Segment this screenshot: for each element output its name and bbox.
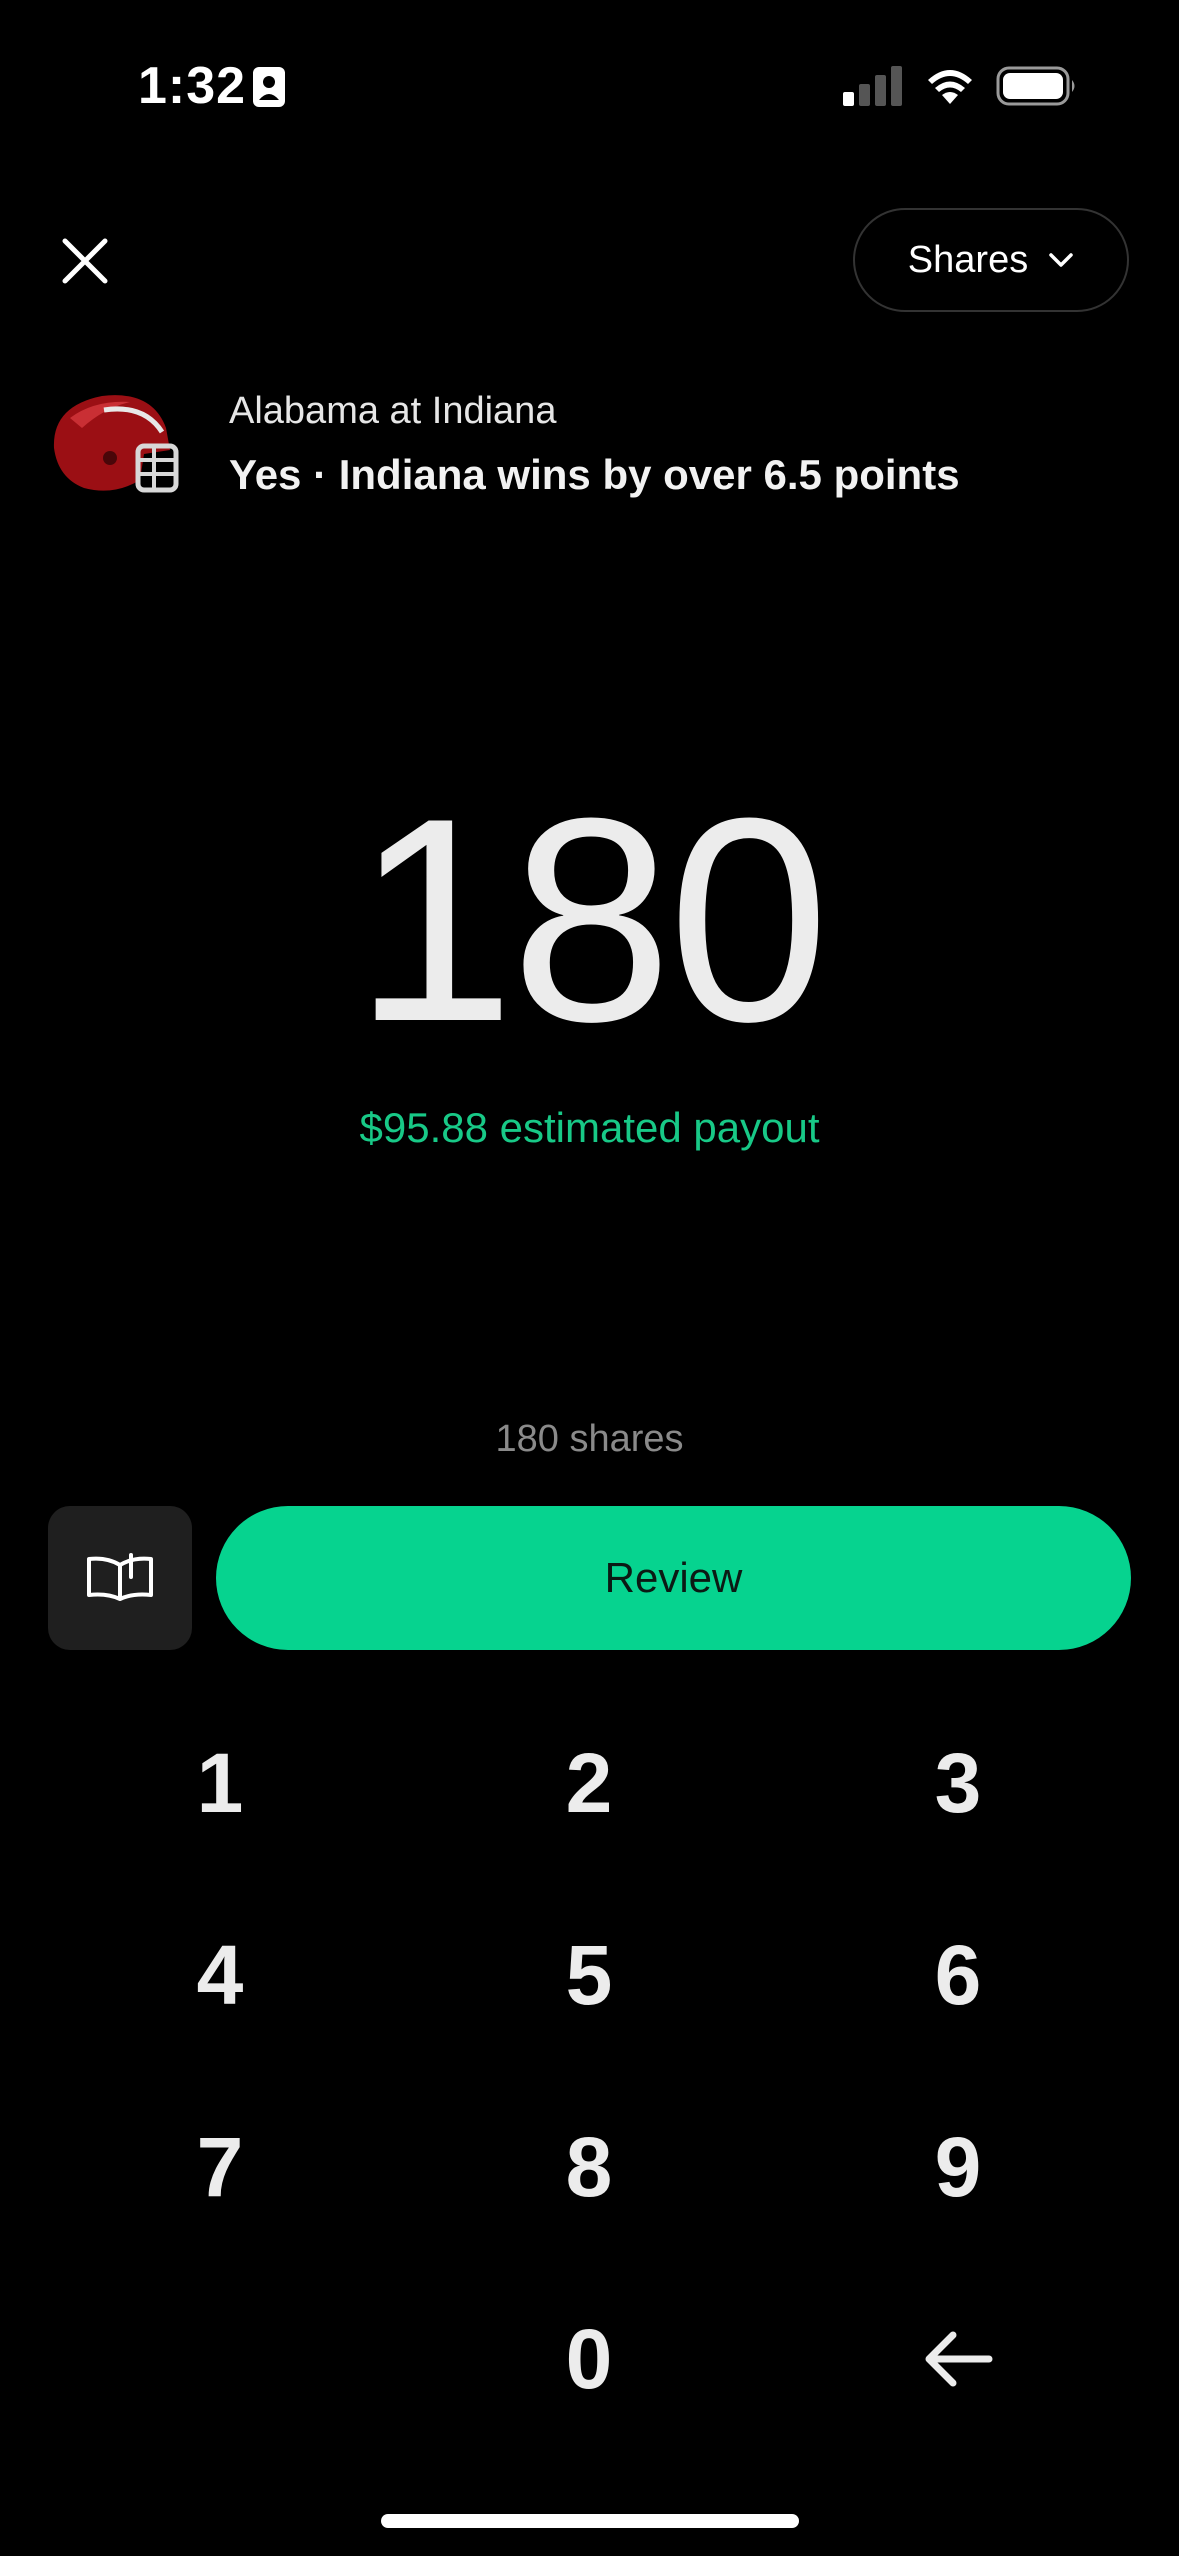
keypad-key-7[interactable]: 7 — [90, 2092, 350, 2242]
market-subtitle: Alabama at Indiana — [229, 390, 557, 432]
keypad-key-4[interactable]: 4 — [90, 1900, 350, 2050]
close-button[interactable] — [50, 226, 120, 296]
cellular-signal-icon — [843, 66, 902, 106]
keypad-key-8[interactable]: 8 — [459, 2092, 719, 2242]
id-card-icon — [253, 67, 285, 107]
battery-icon — [996, 66, 1075, 106]
open-book-icon — [87, 1553, 153, 1601]
backspace-arrow-icon — [925, 2331, 993, 2387]
shares-mode-label: Shares — [907, 238, 1029, 281]
keypad-key-9[interactable]: 9 — [828, 2092, 1088, 2242]
keypad-backspace-button[interactable] — [828, 2284, 1088, 2434]
shares-count-label: 180 shares — [495, 1418, 684, 1460]
football-helmet-icon — [53, 395, 179, 493]
keypad-key-5[interactable]: 5 — [459, 1900, 719, 2050]
chevron-down-icon — [1049, 253, 1073, 267]
shares-mode-dropdown[interactable]: Shares — [853, 208, 1129, 312]
keypad-key-6[interactable]: 6 — [828, 1900, 1088, 2050]
keypad-key-0[interactable]: 0 — [459, 2284, 719, 2434]
keypad-key-3[interactable]: 3 — [828, 1708, 1088, 1858]
keypad-key-1[interactable]: 1 — [90, 1708, 350, 1858]
home-indicator[interactable] — [381, 2514, 799, 2528]
keypad-key-2[interactable]: 2 — [459, 1708, 719, 1858]
guide-button[interactable] — [48, 1506, 192, 1650]
close-icon — [62, 238, 108, 284]
wifi-icon — [928, 70, 972, 104]
share-amount-display: 180 — [353, 758, 830, 1082]
review-button[interactable]: Review — [216, 1506, 1131, 1650]
estimated-payout: $95.88 estimated payout — [359, 1104, 820, 1151]
market-title: Yes · Indiana wins by over 6.5 points — [229, 451, 960, 498]
status-time: 1:32 — [138, 57, 247, 115]
